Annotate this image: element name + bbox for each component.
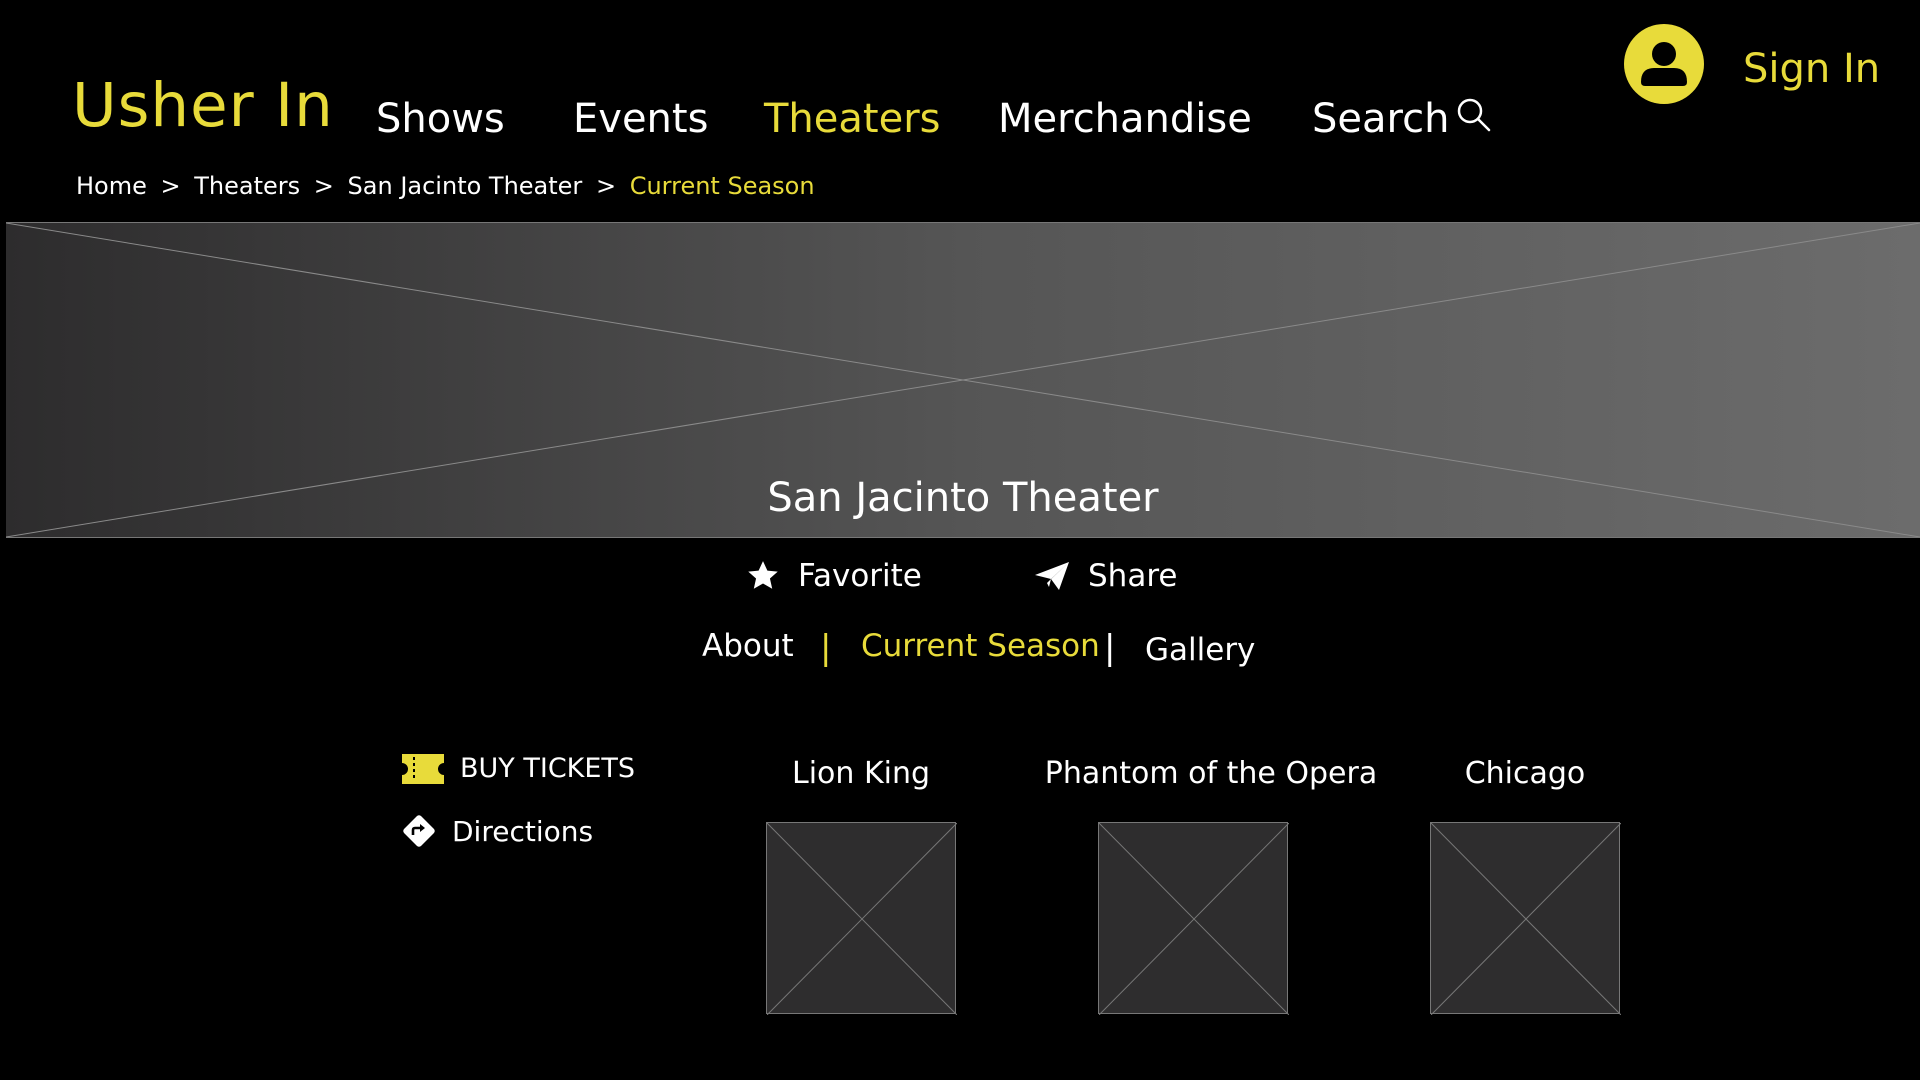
breadcrumb-theater[interactable]: San Jacinto Theater <box>348 172 583 200</box>
breadcrumb-separator: > <box>313 172 334 200</box>
action-row: Favorite Share <box>0 558 1920 606</box>
nav-merchandise[interactable]: Merchandise <box>998 96 1252 142</box>
buy-tickets-label: BUY TICKETS <box>460 753 636 784</box>
ticket-icon <box>402 753 444 784</box>
share-button[interactable]: Share <box>1034 558 1177 594</box>
show-thumbnail-phantom[interactable] <box>1098 822 1289 1015</box>
tab-divider: | <box>1104 628 1116 668</box>
image-placeholder-icon <box>767 823 957 1015</box>
show-title-phantom[interactable]: Phantom of the Opera <box>1045 756 1377 791</box>
image-placeholder-icon <box>1431 823 1621 1015</box>
tab-gallery[interactable]: Gallery <box>1145 632 1255 668</box>
search-icon[interactable] <box>1455 96 1491 132</box>
page: Usher In Shows Events Theaters Merchandi… <box>0 0 1920 1080</box>
theater-tabs: About | Current Season | Gallery <box>0 628 1920 676</box>
buy-tickets-link[interactable]: BUY TICKETS <box>402 753 635 784</box>
directions-link[interactable]: Directions <box>402 814 593 848</box>
favorite-label: Favorite <box>798 558 922 594</box>
share-label: Share <box>1088 558 1178 594</box>
breadcrumb-separator: > <box>160 172 181 200</box>
breadcrumb-separator: > <box>595 172 617 200</box>
tab-divider: | <box>820 628 832 668</box>
nav-shows[interactable]: Shows <box>376 96 505 142</box>
show-thumbnail-chicago[interactable] <box>1430 822 1621 1015</box>
paper-plane-icon <box>1035 562 1069 590</box>
tab-about[interactable]: About <box>702 628 794 664</box>
directions-icon <box>403 815 435 847</box>
breadcrumb-current: Current Season <box>629 172 815 200</box>
show-title-chicago[interactable]: Chicago <box>1465 756 1586 791</box>
user-avatar-icon[interactable] <box>1624 24 1704 104</box>
nav-events[interactable]: Events <box>573 96 708 142</box>
show-thumbnail-lion-king[interactable] <box>766 822 957 1015</box>
logo[interactable]: Usher In <box>72 70 334 141</box>
hero-banner-image: San Jacinto Theater <box>6 222 1920 538</box>
show-title-lion-king[interactable]: Lion King <box>792 756 930 791</box>
breadcrumb-theaters[interactable]: Theaters <box>194 172 300 200</box>
theater-title: San Jacinto Theater <box>767 475 1159 521</box>
sign-in-link[interactable]: Sign In <box>1743 46 1880 92</box>
nav-search[interactable]: Search <box>1312 96 1449 142</box>
breadcrumb: Home > Theaters > San Jacinto Theater > … <box>76 172 815 200</box>
image-placeholder-icon <box>1099 823 1289 1015</box>
breadcrumb-home[interactable]: Home <box>76 172 147 200</box>
tab-current-season[interactable]: Current Season <box>861 628 1100 664</box>
favorite-button[interactable]: Favorite <box>746 558 922 594</box>
nav-theaters[interactable]: Theaters <box>764 96 940 142</box>
star-icon <box>748 561 778 589</box>
directions-label: Directions <box>452 814 594 848</box>
